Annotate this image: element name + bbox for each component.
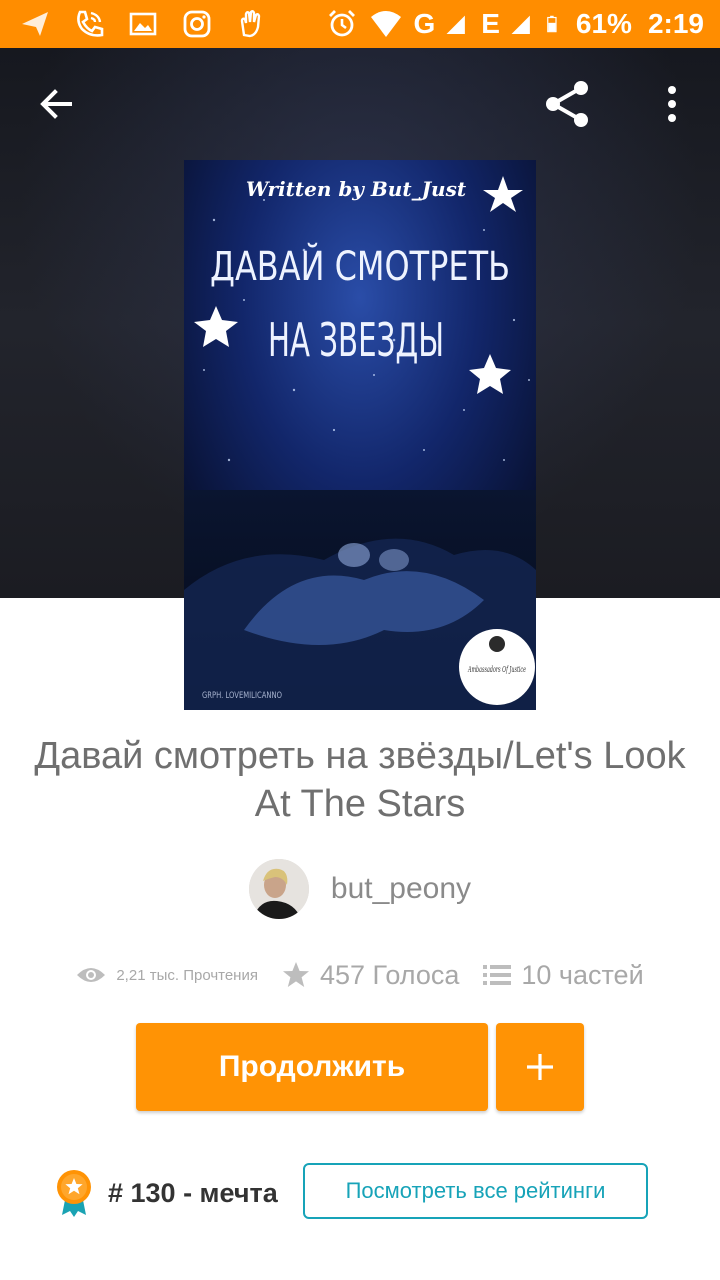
nav-arrow-icon — [22, 12, 48, 36]
image-icon — [129, 12, 157, 36]
votes-stat: 457 Голоса — [282, 960, 459, 991]
plus-icon — [527, 1054, 553, 1080]
network-type-2: E — [481, 8, 500, 39]
author-name[interactable]: but_peony — [331, 872, 471, 906]
cover-title-line-1: ДАВАЙ СМОТРЕТЬ — [210, 242, 510, 290]
hand-icon — [240, 10, 261, 38]
cover-title-line-2: НА ЗВЕЗДЫ — [268, 313, 444, 367]
status-bar: G E 61% 2:19 — [0, 0, 720, 48]
battery-icon — [547, 15, 557, 33]
book-cover[interactable]: Written by But_Just ДАВАЙ СМОТРЕТЬ НА ЗВ… — [184, 160, 536, 710]
status-bar-notifications — [18, 6, 268, 42]
share-icon — [546, 81, 588, 127]
clock: 2:19 — [647, 8, 704, 39]
back-button[interactable] — [26, 74, 86, 134]
award-ribbon-icon — [57, 1170, 91, 1217]
reads-stat: 2,21 тыс. Прочтения — [76, 965, 258, 985]
share-button[interactable] — [537, 74, 597, 134]
ranking-text: # 130 - мечта — [108, 1177, 278, 1208]
votes-count: 457 Голоса — [319, 959, 460, 990]
network-type-1: G — [413, 8, 436, 39]
view-all-rankings-button[interactable]: Посмотреть все рейтинги — [303, 1163, 648, 1219]
instagram-icon — [183, 10, 211, 38]
badge-text: Ambassadors Of Justice — [467, 665, 526, 674]
avatar[interactable] — [248, 859, 309, 919]
star-icon — [282, 962, 309, 987]
cover-artwork: Written by But_Just ДАВАЙ СМОТРЕТЬ НА ЗВ… — [184, 160, 536, 710]
story-stats: 2,21 тыс. Прочтения 457 Голоса 10 частей — [0, 950, 720, 1000]
more-options-button[interactable] — [642, 74, 702, 134]
cover-byline: Written by But_Just — [246, 177, 467, 201]
signal-icon-2 — [511, 15, 530, 34]
reads-count: 2,21 тыс. Прочтения — [116, 966, 258, 984]
ranking-row: # 130 - мечта — [54, 1165, 278, 1221]
parts-stat: 10 частей — [483, 959, 644, 991]
list-icon — [483, 965, 512, 985]
battery-level: 61% — [575, 8, 632, 39]
cover-credit: GRPH. LOVEMILICANNO — [202, 691, 282, 701]
status-bar-system: G E 61% 2:19 — [325, 6, 704, 42]
author-row[interactable]: but_peony — [0, 858, 720, 920]
story-title: Давай смотреть на звёзды/Let's Look At T… — [34, 735, 686, 825]
wifi-icon — [371, 11, 402, 37]
author-avatar-image — [248, 859, 309, 919]
arrow-left-icon — [40, 89, 72, 119]
parts-count: 10 частей — [521, 959, 644, 990]
signal-icon — [446, 15, 466, 34]
phone-icon — [77, 10, 104, 37]
add-to-library-button[interactable] — [496, 1023, 584, 1111]
eye-icon — [77, 968, 106, 982]
more-vertical-icon — [668, 86, 676, 122]
continue-reading-button[interactable]: Продолжить — [136, 1023, 488, 1111]
alarm-icon — [329, 10, 356, 37]
